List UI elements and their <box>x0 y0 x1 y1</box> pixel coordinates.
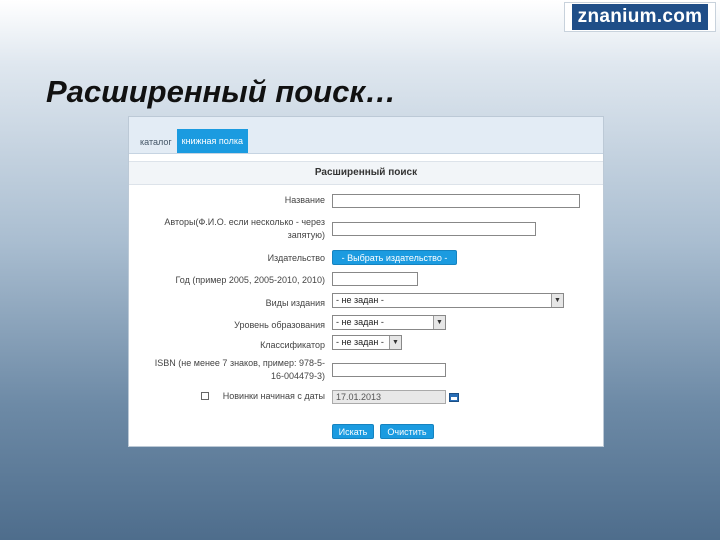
znanium-logo: znanium.com <box>564 2 716 32</box>
authors-label-line2: запятую) <box>287 230 325 240</box>
form-header: Расширенный поиск <box>129 161 603 185</box>
title-input[interactable] <box>332 194 580 208</box>
type-select[interactable]: - не задан - ▼ <box>332 293 564 308</box>
novelties-checkbox[interactable] <box>201 392 209 400</box>
authors-label-line1: Авторы(Ф.И.О. если несколько - через <box>164 217 325 227</box>
tab-bar: каталог книжная полка <box>129 117 603 154</box>
isbn-input[interactable] <box>332 363 446 377</box>
classifier-select[interactable]: - не задан - ▼ <box>332 335 402 350</box>
authors-input[interactable] <box>332 222 536 236</box>
tab-bookshelf[interactable]: книжная полка <box>176 129 249 153</box>
search-button[interactable]: Искать <box>332 424 374 439</box>
isbn-label-line2: 16-004479-3) <box>270 371 325 381</box>
isbn-label: ISBN (не менее 7 знаков, пример: 978-5- … <box>155 357 325 383</box>
chevron-down-icon[interactable]: ▼ <box>389 336 401 349</box>
slide-title: Расширенный поиск… <box>46 74 397 109</box>
tab-catalog[interactable]: каталог <box>135 131 177 153</box>
chevron-down-icon[interactable]: ▼ <box>551 294 563 307</box>
search-panel: каталог книжная полка Расширенный поиск … <box>128 116 604 447</box>
publisher-label: Издательство <box>267 253 325 263</box>
type-label: Виды издания <box>265 298 325 308</box>
authors-label: Авторы(Ф.И.О. если несколько - через зап… <box>164 216 325 242</box>
title-label: Название <box>284 195 325 205</box>
year-label: Год (пример 2005, 2005-2010, 2010) <box>175 275 325 285</box>
level-select-value: - не задан - <box>336 317 384 327</box>
novelties-date-input[interactable] <box>332 390 446 404</box>
chevron-down-icon[interactable]: ▼ <box>433 316 445 329</box>
classifier-select-value: - не задан - <box>336 337 384 347</box>
choose-publisher-button[interactable]: - Выбрать издательство - <box>332 250 457 265</box>
type-select-value: - не задан - <box>336 295 384 305</box>
isbn-label-line1: ISBN (не менее 7 знаков, пример: 978-5- <box>154 358 325 368</box>
level-select[interactable]: - не задан - ▼ <box>332 315 446 330</box>
novelties-label: Новинки начиная с даты <box>222 391 325 401</box>
clear-button[interactable]: Очистить <box>380 424 434 439</box>
level-label: Уровень образования <box>234 320 325 330</box>
classifier-label: Классификатор <box>260 340 325 350</box>
logo-text: znanium.com <box>571 4 709 30</box>
calendar-icon[interactable] <box>449 393 459 402</box>
year-input[interactable] <box>332 272 418 286</box>
